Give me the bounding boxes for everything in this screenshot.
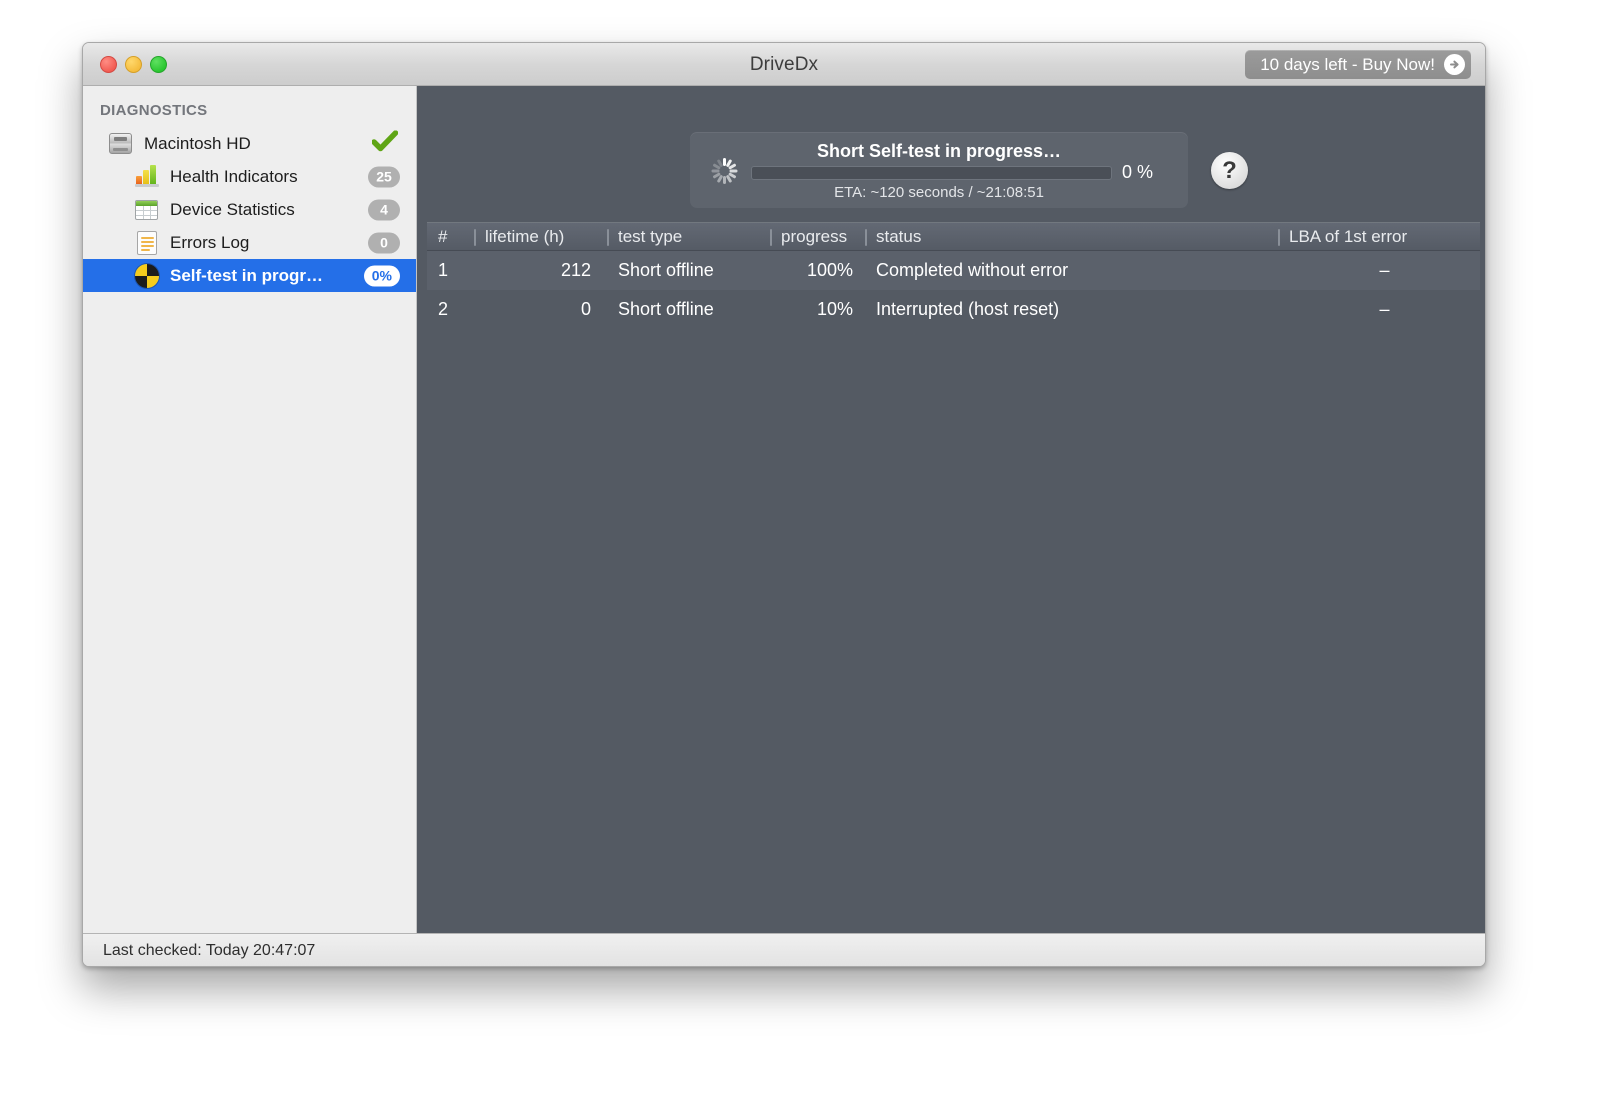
title-bar: DriveDx 10 days left - Buy Now! [83, 43, 1485, 86]
progress-percent-label: 0 % [1122, 162, 1153, 183]
self-test-progress-panel: Short Self-test in progress… 0 % ETA: ~1… [690, 132, 1188, 208]
hard-drive-icon [107, 132, 134, 156]
cell-test-type: Short offline [607, 290, 770, 329]
status-badge: 25 [368, 166, 400, 187]
app-window: DriveDx 10 days left - Buy Now! DIAGNOST… [82, 42, 1486, 967]
table-header-row: # lifetime (h) test type progress status… [427, 222, 1480, 251]
sidebar-item-errors-log[interactable]: Errors Log 0 [83, 226, 416, 259]
sidebar-item-self-test-in-progress[interactable]: Self-test in progr… 0% [83, 259, 416, 292]
progress-title: Short Self-test in progress… [690, 141, 1188, 162]
status-badge: 0 [368, 232, 400, 253]
arrow-right-icon [1444, 54, 1465, 75]
pie-chart-icon [133, 264, 160, 288]
bar-chart-icon [133, 165, 160, 189]
cell-progress: 100% [770, 251, 865, 290]
buy-now-label: 10 days left - Buy Now! [1260, 55, 1435, 75]
sidebar-item-device-statistics[interactable]: Device Statistics 4 [83, 193, 416, 226]
help-button-label: ? [1222, 157, 1237, 185]
help-button[interactable]: ? [1211, 152, 1248, 189]
status-ok-check-icon [372, 130, 398, 157]
status-badge: 4 [368, 199, 400, 220]
column-header-lba[interactable]: LBA of 1st error [1278, 223, 1480, 250]
column-header-test-type[interactable]: test type [607, 223, 770, 250]
sidebar: DIAGNOSTICS Macintosh HD Health Indi [83, 86, 417, 933]
sidebar-section-header: DIAGNOSTICS [83, 99, 416, 127]
table-row[interactable]: 2 0 Short offline 10% Interrupted (host … [427, 290, 1480, 329]
column-header-number[interactable]: # [427, 223, 474, 250]
cell-progress: 10% [770, 290, 865, 329]
cell-lba: – [1278, 290, 1480, 329]
cell-lba: – [1278, 251, 1480, 290]
cell-number: 2 [427, 290, 474, 329]
column-header-status[interactable]: status [865, 223, 1278, 250]
cell-lifetime: 0 [474, 290, 607, 329]
buy-now-button[interactable]: 10 days left - Buy Now! [1245, 50, 1471, 79]
window-body: DIAGNOSTICS Macintosh HD Health Indi [83, 86, 1485, 933]
cell-lifetime: 212 [474, 251, 607, 290]
cell-status: Completed without error [865, 251, 1278, 290]
status-badge: 0% [364, 265, 400, 286]
last-checked-label: Last checked: Today 20:47:07 [103, 942, 315, 960]
table-icon [133, 198, 160, 222]
cell-status: Interrupted (host reset) [865, 290, 1278, 329]
self-test-history-table: # lifetime (h) test type progress status… [427, 222, 1480, 329]
cell-test-type: Short offline [607, 251, 770, 290]
main-panel: Short Self-test in progress… 0 % ETA: ~1… [417, 86, 1485, 933]
progress-eta-label: ETA: ~120 seconds / ~21:08:51 [690, 184, 1188, 201]
progress-bar [751, 166, 1112, 180]
cell-number: 1 [427, 251, 474, 290]
sidebar-item-health-indicators[interactable]: Health Indicators 25 [83, 160, 416, 193]
column-header-progress[interactable]: progress [770, 223, 865, 250]
document-lines-icon [133, 231, 160, 255]
sidebar-item-macintosh-hd[interactable]: Macintosh HD [83, 127, 416, 160]
table-row[interactable]: 1 212 Short offline 100% Completed witho… [427, 251, 1480, 290]
status-bar: Last checked: Today 20:47:07 [83, 933, 1485, 967]
column-header-lifetime[interactable]: lifetime (h) [474, 223, 607, 250]
